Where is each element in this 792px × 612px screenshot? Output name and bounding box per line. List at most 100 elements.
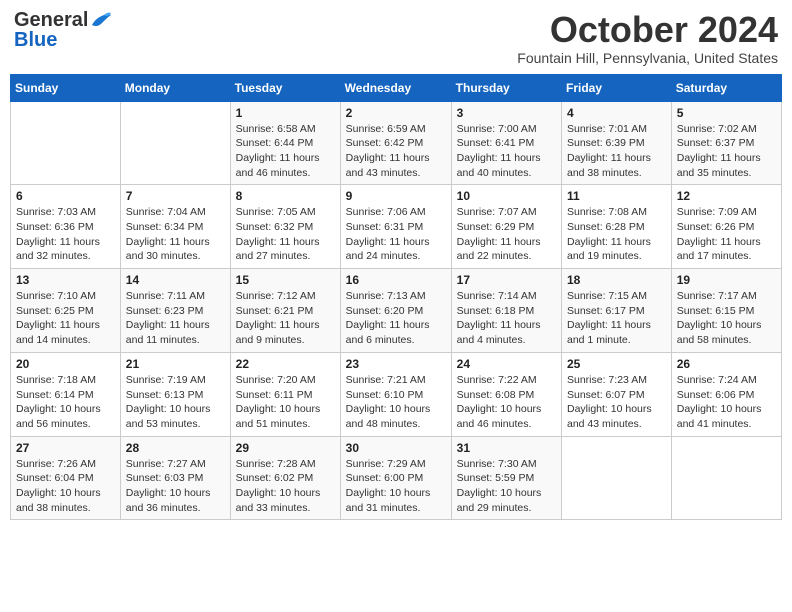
day-info: Sunrise: 6:59 AM Sunset: 6:42 PM Dayligh… [346,122,446,181]
day-number: 14 [126,273,225,287]
header-row: Sunday Monday Tuesday Wednesday Thursday… [11,74,782,101]
calendar-cell: 17 Sunrise: 7:14 AM Sunset: 6:18 PM Dayli… [451,269,561,353]
logo: General Blue [14,10,112,50]
day-info: Sunrise: 7:01 AM Sunset: 6:39 PM Dayligh… [567,122,666,181]
day-number: 19 [677,273,776,287]
day-number: 18 [567,273,666,287]
calendar-cell: 6 Sunrise: 7:03 AM Sunset: 6:36 PM Daylig… [11,185,121,269]
day-info: Sunrise: 7:26 AM Sunset: 6:04 PM Dayligh… [16,457,115,516]
day-number: 28 [126,441,225,455]
day-number: 16 [346,273,446,287]
day-info: Sunrise: 7:13 AM Sunset: 6:20 PM Dayligh… [346,289,446,348]
day-number: 7 [126,189,225,203]
calendar-cell: 29 Sunrise: 7:28 AM Sunset: 6:02 PM Dayli… [230,436,340,520]
calendar-cell: 4 Sunrise: 7:01 AM Sunset: 6:39 PM Daylig… [562,101,672,185]
day-info: Sunrise: 7:12 AM Sunset: 6:21 PM Dayligh… [236,289,335,348]
title-block: October 2024 Fountain Hill, Pennsylvania… [517,10,778,66]
day-number: 2 [346,106,446,120]
day-number: 23 [346,357,446,371]
day-info: Sunrise: 7:18 AM Sunset: 6:14 PM Dayligh… [16,373,115,432]
day-info: Sunrise: 7:27 AM Sunset: 6:03 PM Dayligh… [126,457,225,516]
day-info: Sunrise: 7:29 AM Sunset: 6:00 PM Dayligh… [346,457,446,516]
day-number: 26 [677,357,776,371]
calendar-cell [11,101,121,185]
day-number: 4 [567,106,666,120]
calendar-cell: 19Sunrise: 7:17 AM Sunset: 6:15 PM Dayli… [671,269,781,353]
day-info: Sunrise: 7:28 AM Sunset: 6:02 PM Dayligh… [236,457,335,516]
calendar-cell: 30 Sunrise: 7:29 AM Sunset: 6:00 PM Dayli… [340,436,451,520]
day-info: Sunrise: 7:15 AM Sunset: 6:17 PM Dayligh… [567,289,666,348]
day-number: 15 [236,273,335,287]
logo-general: General [14,9,88,31]
calendar-cell: 11Sunrise: 7:08 AM Sunset: 6:28 PM Dayli… [562,185,672,269]
day-number: 25 [567,357,666,371]
day-number: 13 [16,273,115,287]
calendar-cell: 20Sunrise: 7:18 AM Sunset: 6:14 PM Dayli… [11,352,121,436]
calendar-cell: 21 Sunrise: 7:19 AM Sunset: 6:13 PM Dayli… [120,352,230,436]
calendar-cell: 8Sunrise: 7:05 AM Sunset: 6:32 PM Daylig… [230,185,340,269]
logo-blue-text: Blue [14,30,57,50]
day-number: 1 [236,106,335,120]
calendar-cell: 22 Sunrise: 7:20 AM Sunset: 6:11 PM Dayli… [230,352,340,436]
page-header: General Blue October 2024 Fountain Hill,… [10,10,782,66]
day-info: Sunrise: 7:00 AM Sunset: 6:41 PM Dayligh… [457,122,556,181]
calendar-week-3: 13 Sunrise: 7:10 AM Sunset: 6:25 PM Dayli… [11,269,782,353]
calendar-cell: 5 Sunrise: 7:02 AM Sunset: 6:37 PM Daylig… [671,101,781,185]
day-info: Sunrise: 7:02 AM Sunset: 6:37 PM Dayligh… [677,122,776,181]
calendar-cell [120,101,230,185]
calendar-cell: 3 Sunrise: 7:00 AM Sunset: 6:41 PM Daylig… [451,101,561,185]
col-tuesday: Tuesday [230,74,340,101]
calendar-cell: 12 Sunrise: 7:09 AM Sunset: 6:26 PM Dayli… [671,185,781,269]
calendar-cell: 1Sunrise: 6:58 AM Sunset: 6:44 PM Daylig… [230,101,340,185]
calendar-cell: 28 Sunrise: 7:27 AM Sunset: 6:03 PM Dayli… [120,436,230,520]
day-info: Sunrise: 7:30 AM Sunset: 5:59 PM Dayligh… [457,457,556,516]
calendar-cell [562,436,672,520]
calendar-cell: 10 Sunrise: 7:07 AM Sunset: 6:29 PM Dayli… [451,185,561,269]
logo-text: General [14,10,88,30]
day-info: Sunrise: 7:24 AM Sunset: 6:06 PM Dayligh… [677,373,776,432]
day-info: Sunrise: 7:21 AM Sunset: 6:10 PM Dayligh… [346,373,446,432]
day-number: 3 [457,106,556,120]
day-number: 22 [236,357,335,371]
day-number: 29 [236,441,335,455]
day-info: Sunrise: 7:04 AM Sunset: 6:34 PM Dayligh… [126,205,225,264]
day-number: 27 [16,441,115,455]
day-info: Sunrise: 7:14 AM Sunset: 6:18 PM Dayligh… [457,289,556,348]
calendar-cell: 15 Sunrise: 7:12 AM Sunset: 6:21 PM Dayli… [230,269,340,353]
col-monday: Monday [120,74,230,101]
calendar-cell: 2 Sunrise: 6:59 AM Sunset: 6:42 PM Daylig… [340,101,451,185]
calendar-cell [671,436,781,520]
day-info: Sunrise: 7:10 AM Sunset: 6:25 PM Dayligh… [16,289,115,348]
calendar-cell: 14 Sunrise: 7:11 AM Sunset: 6:23 PM Dayli… [120,269,230,353]
day-info: Sunrise: 7:07 AM Sunset: 6:29 PM Dayligh… [457,205,556,264]
calendar-cell: 16 Sunrise: 7:13 AM Sunset: 6:20 PM Dayli… [340,269,451,353]
day-number: 17 [457,273,556,287]
logo-bird-icon [90,11,112,29]
calendar-week-1: 1Sunrise: 6:58 AM Sunset: 6:44 PM Daylig… [11,101,782,185]
day-info: Sunrise: 7:19 AM Sunset: 6:13 PM Dayligh… [126,373,225,432]
day-info: Sunrise: 7:11 AM Sunset: 6:23 PM Dayligh… [126,289,225,348]
day-number: 6 [16,189,115,203]
day-number: 21 [126,357,225,371]
day-number: 9 [346,189,446,203]
day-info: Sunrise: 7:23 AM Sunset: 6:07 PM Dayligh… [567,373,666,432]
calendar-week-2: 6 Sunrise: 7:03 AM Sunset: 6:36 PM Daylig… [11,185,782,269]
calendar-cell: 9Sunrise: 7:06 AM Sunset: 6:31 PM Daylig… [340,185,451,269]
day-number: 30 [346,441,446,455]
month-title: October 2024 [517,10,778,50]
calendar-cell: 24Sunrise: 7:22 AM Sunset: 6:08 PM Dayli… [451,352,561,436]
day-number: 5 [677,106,776,120]
day-number: 12 [677,189,776,203]
day-number: 10 [457,189,556,203]
calendar-table: Sunday Monday Tuesday Wednesday Thursday… [10,74,782,521]
calendar-cell: 18 Sunrise: 7:15 AM Sunset: 6:17 PM Dayli… [562,269,672,353]
day-info: Sunrise: 7:08 AM Sunset: 6:28 PM Dayligh… [567,205,666,264]
day-info: Sunrise: 7:09 AM Sunset: 6:26 PM Dayligh… [677,205,776,264]
day-info: Sunrise: 7:03 AM Sunset: 6:36 PM Dayligh… [16,205,115,264]
calendar-week-5: 27 Sunrise: 7:26 AM Sunset: 6:04 PM Dayli… [11,436,782,520]
day-info: Sunrise: 7:20 AM Sunset: 6:11 PM Dayligh… [236,373,335,432]
calendar-cell: 25 Sunrise: 7:23 AM Sunset: 6:07 PM Dayli… [562,352,672,436]
day-number: 8 [236,189,335,203]
calendar-header: Sunday Monday Tuesday Wednesday Thursday… [11,74,782,101]
calendar-cell: 23 Sunrise: 7:21 AM Sunset: 6:10 PM Dayli… [340,352,451,436]
